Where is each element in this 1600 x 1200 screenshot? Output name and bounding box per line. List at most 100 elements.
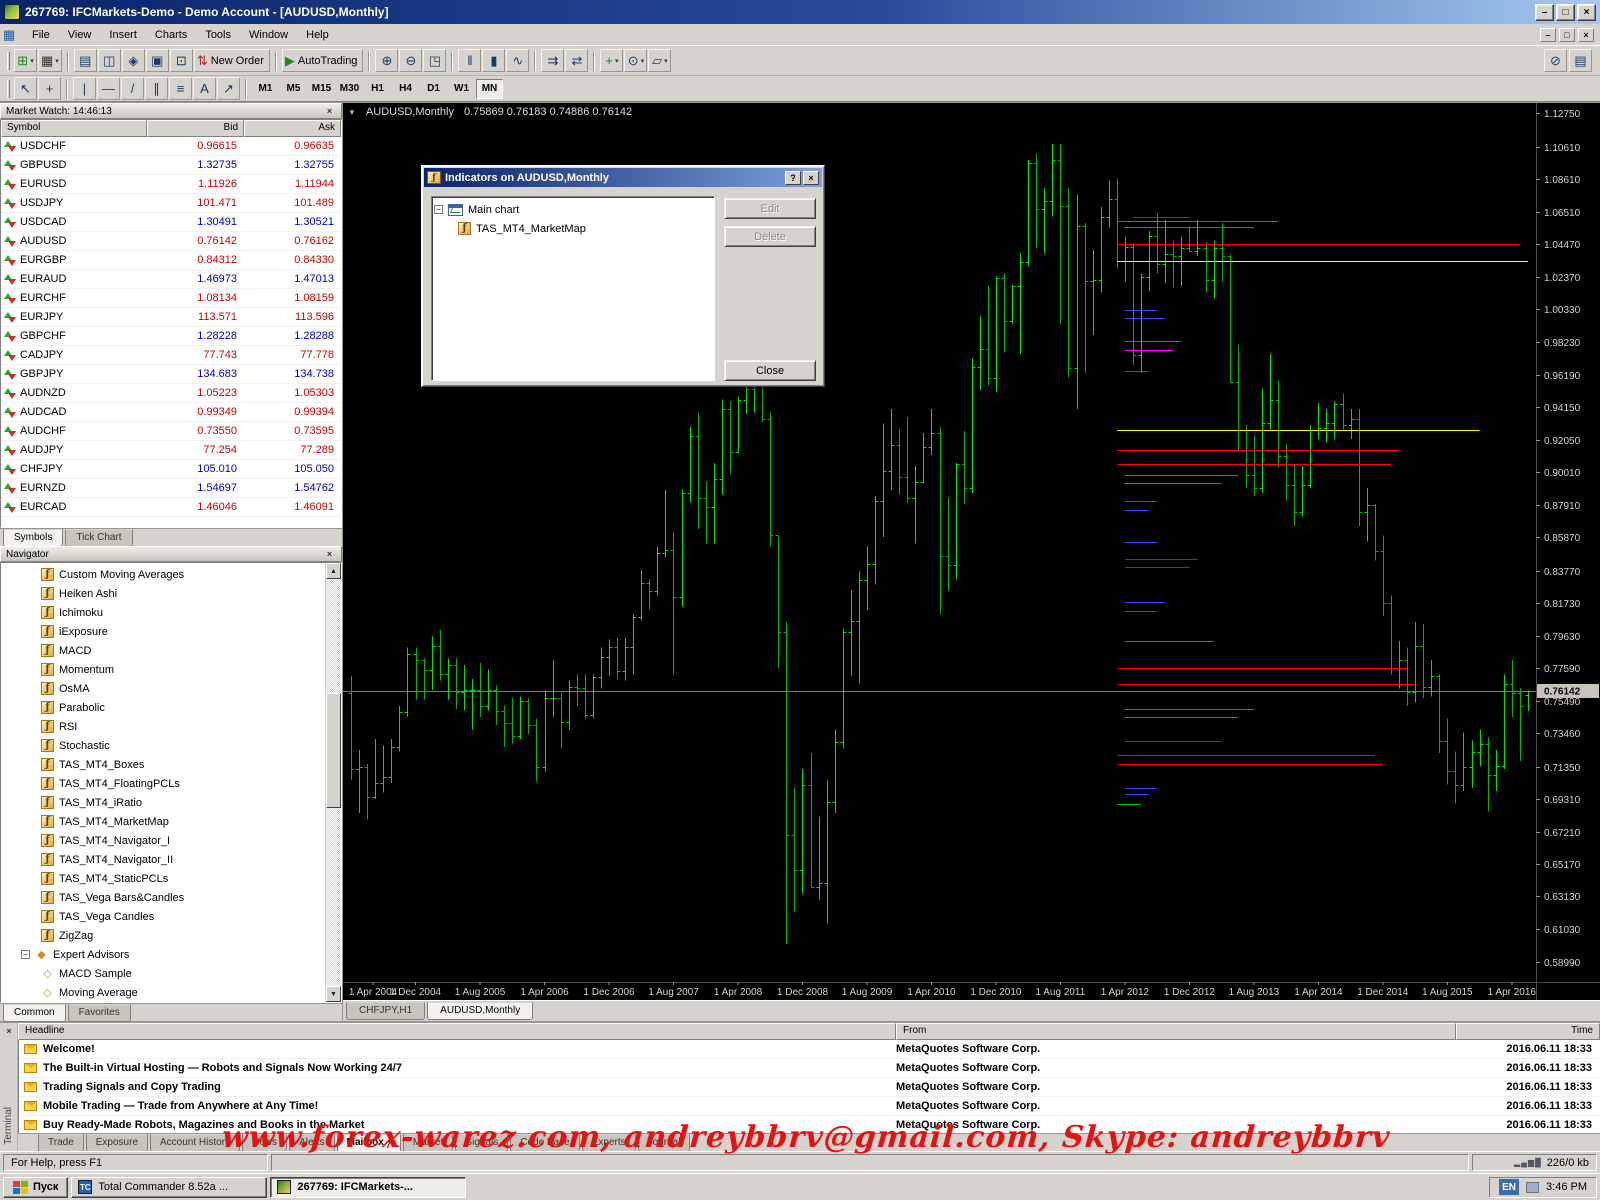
- mailbox-row[interactable]: Welcome!MetaQuotes Software Corp.2016.06…: [19, 1040, 1600, 1059]
- toolbar-grip[interactable]: [7, 52, 10, 70]
- navigator-item-osma[interactable]: ƒOsMA: [1, 679, 341, 698]
- market-watch-row-euraud[interactable]: EURAUD1.469731.47013: [1, 270, 341, 289]
- expand-arrow-icon[interactable]: ▼: [348, 108, 356, 117]
- tab-common[interactable]: Common: [3, 1004, 66, 1022]
- arrows-tool-button[interactable]: ↗: [217, 77, 240, 100]
- auto-scroll-button[interactable]: ⇉: [541, 49, 564, 72]
- scroll-down-icon[interactable]: ▼: [326, 986, 341, 1002]
- market-watch-toggle[interactable]: ▤: [74, 49, 97, 72]
- menu-item-charts[interactable]: Charts: [146, 26, 196, 44]
- language-indicator[interactable]: EN: [1499, 1179, 1519, 1195]
- new-chart-button[interactable]: ⊞▾: [14, 49, 37, 72]
- menu-item-window[interactable]: Window: [240, 26, 297, 44]
- close-button[interactable]: Close: [724, 360, 816, 381]
- market-watch-row-chfjpy[interactable]: CHFJPY105.010105.050: [1, 460, 341, 479]
- search-button[interactable]: ⊘: [1544, 49, 1567, 72]
- timeframe-m15[interactable]: M15: [308, 79, 335, 99]
- close-icon[interactable]: ×: [1577, 4, 1596, 21]
- periods-button[interactable]: ⊙▾: [624, 49, 647, 72]
- templates-button[interactable]: ▱▾: [648, 49, 671, 72]
- timeframe-w1[interactable]: W1: [448, 79, 475, 99]
- timeframe-d1[interactable]: D1: [420, 79, 447, 99]
- navigator-item-tas-vega-candles[interactable]: ƒTAS_Vega Candles: [1, 907, 341, 926]
- tab-tick-chart[interactable]: Tick Chart: [65, 529, 132, 547]
- navigator-item-tas-mt4-iratio[interactable]: ƒTAS_MT4_iRatio: [1, 793, 341, 812]
- market-watch-row-eurnzd[interactable]: EURNZD1.546971.54762: [1, 479, 341, 498]
- navigator-item-tas-mt4-marketmap[interactable]: ƒTAS_MT4_MarketMap: [1, 812, 341, 831]
- navigator-item-tas-vega-bars-candles[interactable]: ƒTAS_Vega Bars&Candles: [1, 888, 341, 907]
- market-watch-row-usdchf[interactable]: USDCHF0.966150.96635: [1, 137, 341, 156]
- collapse-icon[interactable]: −: [434, 205, 443, 214]
- trendline-button[interactable]: /: [121, 77, 144, 100]
- indicators-button[interactable]: +▾: [600, 49, 623, 72]
- strategy-tester-toggle[interactable]: ⊡: [170, 49, 193, 72]
- data-window-toggle[interactable]: ◫: [98, 49, 121, 72]
- horizontal-line-button[interactable]: —: [97, 77, 120, 100]
- chart-tab-chfjpy-h1[interactable]: CHFJPY,H1: [346, 1002, 425, 1020]
- timeframe-h1[interactable]: H1: [364, 79, 391, 99]
- market-watch-row-usdcad[interactable]: USDCAD1.304911.30521: [1, 213, 341, 232]
- cursor-tool-button[interactable]: ↖: [14, 77, 37, 100]
- timeframe-m5[interactable]: M5: [280, 79, 307, 99]
- menu-item-view[interactable]: View: [59, 26, 101, 44]
- close-icon[interactable]: ×: [3, 1025, 15, 1037]
- child-restore-icon[interactable]: □: [1559, 28, 1575, 42]
- navigator-group-expert-advisors[interactable]: −◆Expert Advisors: [1, 945, 341, 964]
- close-icon[interactable]: ×: [803, 171, 819, 185]
- market-watch-row-eurgbp[interactable]: EURGBP0.843120.84330: [1, 251, 341, 270]
- dialog-titlebar[interactable]: ƒ Indicators on AUDUSD,Monthly ? ×: [424, 168, 822, 187]
- channel-button[interactable]: ∥: [145, 77, 168, 100]
- tree-node-marketmap[interactable]: ƒ TAS_MT4_MarketMap: [434, 219, 712, 238]
- navigator-item-zigzag[interactable]: ƒZigZag: [1, 926, 341, 945]
- tree-node-main-chart[interactable]: − Main chart: [434, 200, 712, 219]
- menu-item-insert[interactable]: Insert: [100, 26, 146, 44]
- market-watch-row-eurcad[interactable]: EURCAD1.460461.46091: [1, 498, 341, 517]
- chart-area[interactable]: 1.127501.106101.086101.065101.044701.023…: [343, 103, 1600, 1000]
- market-watch-row-eurusd[interactable]: EURUSD1.119261.11944: [1, 175, 341, 194]
- column-header-headline[interactable]: Headline: [18, 1023, 896, 1040]
- navigator-item-momentum[interactable]: ƒMomentum: [1, 660, 341, 679]
- navigator-item-tas-mt4-floatingpcls[interactable]: ƒTAS_MT4_FloatingPCLs: [1, 774, 341, 793]
- navigator-item-tas-mt4-navigator-i[interactable]: ƒTAS_MT4_Navigator_I: [1, 831, 341, 850]
- timeframe-m1[interactable]: M1: [252, 79, 279, 99]
- menu-item-tools[interactable]: Tools: [196, 26, 240, 44]
- navigator-item-macd-sample[interactable]: ◇MACD Sample: [1, 964, 341, 983]
- new-order-button[interactable]: ⇅New Order: [194, 49, 270, 72]
- toolbar-grip[interactable]: [7, 80, 10, 98]
- scroll-up-icon[interactable]: ▲: [326, 563, 341, 579]
- navigator-item-moving-average[interactable]: ◇Moving Average: [1, 983, 341, 1002]
- market-watch-row-gbpusd[interactable]: GBPUSD1.327351.32755: [1, 156, 341, 175]
- navigator-item-custom-moving-averages[interactable]: ƒCustom Moving Averages: [1, 565, 341, 584]
- terminal-toggle[interactable]: ▣: [146, 49, 169, 72]
- scrollbar-thumb[interactable]: [326, 693, 341, 808]
- autotrading-button[interactable]: ▶AutoTrading: [282, 49, 364, 72]
- market-watch-row-audcad[interactable]: AUDCAD0.993490.99394: [1, 403, 341, 422]
- line-chart-button[interactable]: ∿: [506, 49, 529, 72]
- navigator-item-tas-mt4-boxes[interactable]: ƒTAS_MT4_Boxes: [1, 755, 341, 774]
- minimize-icon[interactable]: –: [1535, 4, 1554, 21]
- navigator-item-heiken-ashi[interactable]: ƒHeiken Ashi: [1, 584, 341, 603]
- market-watch-row-gbpchf[interactable]: GBPCHF1.282281.28288: [1, 327, 341, 346]
- terminal-tab-trade[interactable]: Trade: [38, 1134, 84, 1151]
- market-watch-row-audjpy[interactable]: AUDJPY77.25477.289: [1, 441, 341, 460]
- menu-item-file[interactable]: File: [23, 26, 59, 44]
- chart-tab-audusd-monthly[interactable]: AUDUSD,Monthly: [427, 1002, 533, 1020]
- help-icon[interactable]: ?: [785, 171, 801, 185]
- market-watch-row-gbpjpy[interactable]: GBPJPY134.683134.738: [1, 365, 341, 384]
- zoom-in-button[interactable]: ⊕: [375, 49, 398, 72]
- terminal-tab-exposure[interactable]: Exposure: [86, 1134, 148, 1151]
- navigator-toggle[interactable]: ◈: [122, 49, 145, 72]
- navigator-item-tas-mt4-staticpcls[interactable]: ƒTAS_MT4_StaticPCLs: [1, 869, 341, 888]
- navigator-item-parabolic[interactable]: ƒParabolic: [1, 698, 341, 717]
- tile-windows-button[interactable]: ◳: [423, 49, 446, 72]
- child-close-icon[interactable]: ×: [1578, 28, 1594, 42]
- market-watch-row-eurjpy[interactable]: EURJPY113.571113.596: [1, 308, 341, 327]
- navigator-item-macd[interactable]: ƒMACD: [1, 641, 341, 660]
- candlestick-chart-button[interactable]: ▮: [482, 49, 505, 72]
- timeframe-mn[interactable]: MN: [476, 79, 503, 99]
- chart-system-menu-icon[interactable]: ▦: [3, 28, 19, 42]
- child-minimize-icon[interactable]: –: [1540, 28, 1556, 42]
- crosshair-tool-button[interactable]: +: [38, 77, 61, 100]
- taskbar-task-total-commander[interactable]: TC Total Commander 8.52a ...: [71, 1177, 267, 1198]
- close-icon[interactable]: ×: [323, 105, 336, 117]
